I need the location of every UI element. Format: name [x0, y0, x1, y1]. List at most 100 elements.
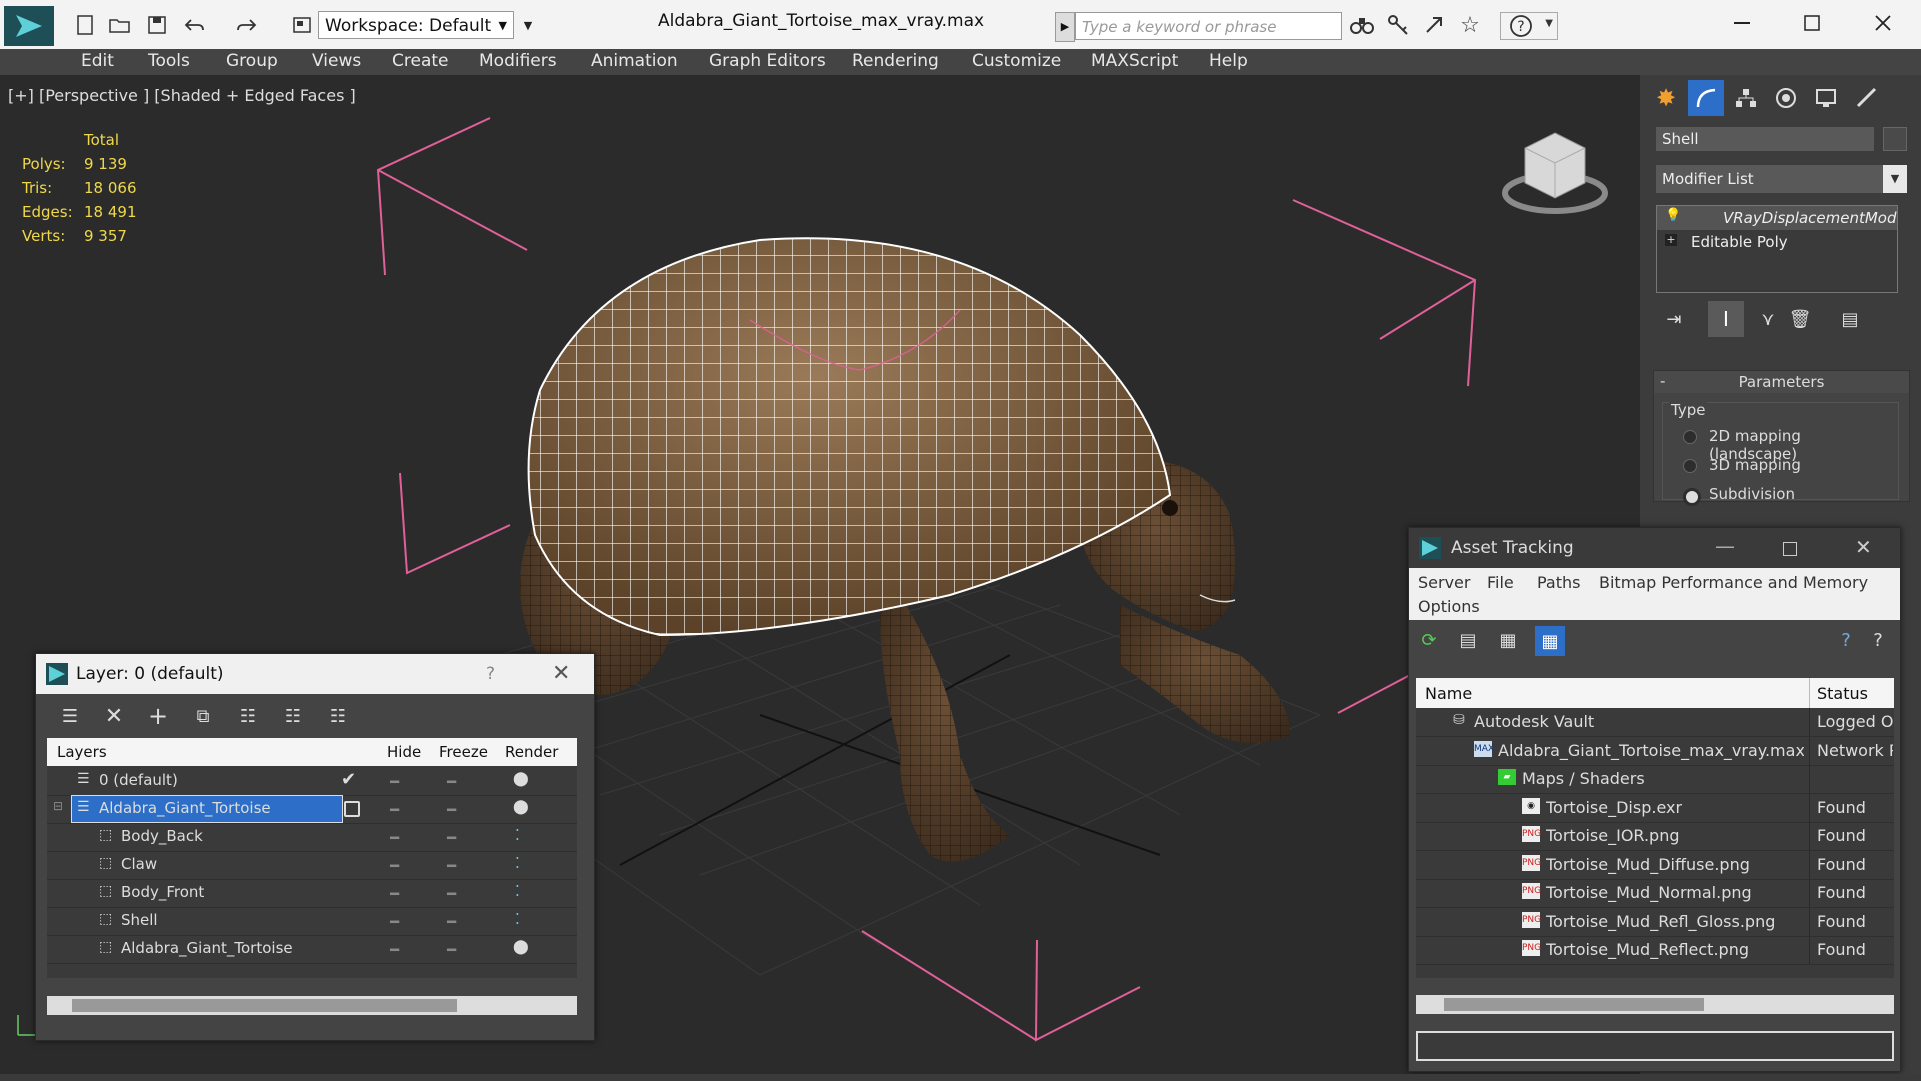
table-row[interactable]: ◉ Tortoise_Disp.exr Found [1416, 793, 1894, 823]
layer-properties-icon[interactable]: ☷ [281, 704, 305, 728]
freeze-toggle[interactable]: ━ [447, 941, 456, 959]
column-freeze[interactable]: Freeze [439, 743, 488, 761]
utilities-tab-icon[interactable] [1848, 80, 1884, 116]
star-icon[interactable]: ☆ [1458, 13, 1482, 38]
table-row[interactable]: PNG Tortoise_Mud_Normal.png Found [1416, 879, 1894, 908]
undo-icon[interactable] [182, 13, 206, 37]
scrollbar-thumb[interactable] [72, 999, 457, 1012]
render-dots-icon[interactable]: ⁚ [515, 882, 520, 900]
menu-views[interactable]: Views [312, 51, 361, 71]
workspace-dropdown[interactable]: Workspace: Default ▼ [318, 11, 514, 39]
close-button[interactable]: ✕ [1855, 535, 1872, 559]
asset-menu-options[interactable]: Options [1418, 597, 1480, 616]
menu-animation[interactable]: Animation [591, 51, 678, 71]
freeze-toggle[interactable]: ━ [447, 885, 456, 903]
asset-horizontal-scrollbar[interactable] [1416, 995, 1894, 1014]
asset-menu-server[interactable]: Server [1418, 573, 1470, 592]
active-layer-checkbox[interactable] [344, 801, 360, 817]
motion-tab-icon[interactable] [1768, 80, 1804, 116]
column-status[interactable]: Status [1817, 684, 1868, 703]
help-button[interactable]: ? [486, 664, 495, 684]
active-layer-check-icon[interactable]: ✔ [341, 769, 356, 790]
freeze-toggle[interactable]: ━ [447, 801, 456, 819]
make-unique-icon[interactable]: ⋎ [1750, 301, 1786, 337]
viewcube-icon[interactable] [1500, 123, 1610, 223]
table-row[interactable]: ⬚ Body_Front ━ ━ ⁚ [47, 879, 577, 908]
render-teapot-icon[interactable]: ⬤ [513, 771, 529, 787]
maximize-button[interactable] [1797, 8, 1827, 38]
table-row[interactable]: ▰ Maps / Shaders [1416, 765, 1894, 794]
radio-2d-mapping[interactable]: 2D mapping (landscape) [1683, 425, 1893, 463]
maximize-button[interactable] [1783, 542, 1797, 556]
refresh-icon[interactable]: ⟳ [1417, 628, 1441, 652]
collapse-icon[interactable]: ⊟ [53, 799, 63, 813]
workspace-menu-icon[interactable]: ▼ [516, 13, 540, 37]
select-objects-icon[interactable]: ⧉ [191, 704, 215, 728]
hide-toggle[interactable]: ━ [390, 885, 399, 903]
save-icon[interactable] [145, 13, 169, 37]
highlight-layer-icon[interactable]: ☷ [236, 704, 260, 728]
binoculars-icon[interactable] [1350, 13, 1374, 37]
minimize-button[interactable] [1727, 8, 1757, 38]
modifier-stack-item[interactable]: + Editable Poly [1657, 230, 1897, 254]
menu-help[interactable]: Help [1209, 51, 1248, 71]
delete-layer-icon[interactable]: ✕ [102, 704, 126, 729]
table-row[interactable]: ☰ 0 (default) ✔ ━ ━ ⬤ [47, 767, 577, 796]
asset-tracking-titlebar[interactable]: Asset Tracking — ✕ [1409, 528, 1900, 568]
freeze-toggle[interactable]: ━ [447, 913, 456, 931]
communication-icon[interactable] [1422, 13, 1446, 37]
list-view-icon[interactable]: ▤ [1456, 628, 1480, 652]
thumbnail-view-icon[interactable]: ▦ [1496, 628, 1520, 652]
column-hide[interactable]: Hide [387, 743, 421, 761]
render-dots-icon[interactable]: ⁚ [515, 854, 520, 872]
pin-stack-icon[interactable]: ⇥ [1656, 301, 1692, 337]
radio-3d-mapping[interactable]: 3D mapping [1683, 454, 1893, 476]
render-teapot-icon[interactable]: ⬤ [513, 799, 529, 815]
add-layer-icon[interactable]: + [146, 702, 170, 730]
freeze-toggle[interactable]: ━ [447, 857, 456, 875]
search-expand-icon[interactable]: ▶ [1055, 12, 1075, 42]
lightbulb-icon[interactable]: 💡 [1665, 208, 1681, 223]
scrollbar-thumb[interactable] [1444, 998, 1704, 1011]
freeze-toggle[interactable]: ━ [447, 773, 456, 791]
expand-plus-icon[interactable]: + [1665, 234, 1677, 246]
hide-toggle[interactable]: ━ [390, 941, 399, 959]
radio-subdivision[interactable]: Subdivision [1683, 483, 1893, 506]
table-row[interactable]: MAX Aldabra_Giant_Tortoise_max_vray.max Ne… [1416, 736, 1894, 766]
freeze-toggle[interactable]: ━ [447, 829, 456, 847]
key-icon[interactable] [1386, 13, 1410, 37]
help-icon[interactable]: ? [1834, 628, 1858, 652]
object-name-field[interactable]: Shell [1656, 127, 1874, 151]
menu-customize[interactable]: Customize [972, 51, 1061, 71]
modify-tab-icon[interactable] [1688, 80, 1724, 116]
search-input[interactable]: Type a keyword or phrase [1075, 12, 1342, 40]
app-logo[interactable] [4, 6, 54, 46]
table-row[interactable]: PNG Tortoise_Mud_Reflect.png Found [1416, 936, 1894, 965]
table-row[interactable]: ⬚ Claw ━ ━ ⁚ [47, 851, 577, 880]
table-row-selected[interactable]: ⊟ ☰ Aldabra_Giant_Tortoise ━ ━ ⬤ [47, 795, 577, 824]
redo-icon[interactable] [235, 13, 259, 37]
render-teapot-icon[interactable]: ⬤ [513, 939, 529, 955]
close-button[interactable]: ✕ [552, 661, 570, 686]
menu-group[interactable]: Group [226, 51, 278, 71]
modifier-list-dropdown[interactable]: Modifier List ▼ [1656, 165, 1907, 193]
hide-toggle[interactable]: ━ [390, 857, 399, 875]
context-help-icon[interactable]: ? [1866, 628, 1890, 652]
table-row[interactable]: PNG Tortoise_Mud_Refl_Gloss.png Found [1416, 907, 1894, 937]
show-end-result-icon[interactable]: Ⅰ [1708, 301, 1744, 337]
hide-toggle[interactable]: ━ [390, 801, 399, 819]
table-row[interactable]: PNG Tortoise_Mud_Diffuse.png Found [1416, 850, 1894, 880]
modifier-stack-item[interactable]: 💡 VRayDisplacementMod [1657, 206, 1897, 230]
hide-toggle[interactable]: ━ [390, 773, 399, 791]
minimize-button[interactable]: — [1715, 534, 1735, 558]
menu-edit[interactable]: Edit [81, 51, 114, 71]
object-color-swatch[interactable] [1883, 127, 1907, 151]
layer-explorer-titlebar[interactable]: Layer: 0 (default) ? ✕ [36, 654, 594, 694]
display-tab-icon[interactable] [1808, 80, 1844, 116]
new-file-icon[interactable] [73, 13, 97, 37]
table-row[interactable]: ⛁ Autodesk Vault Logged O [1416, 708, 1894, 737]
column-name[interactable]: Name [1425, 684, 1472, 703]
menu-tools[interactable]: Tools [148, 51, 190, 71]
menu-modifiers[interactable]: Modifiers [479, 51, 557, 71]
asset-path-field[interactable] [1416, 1031, 1894, 1061]
